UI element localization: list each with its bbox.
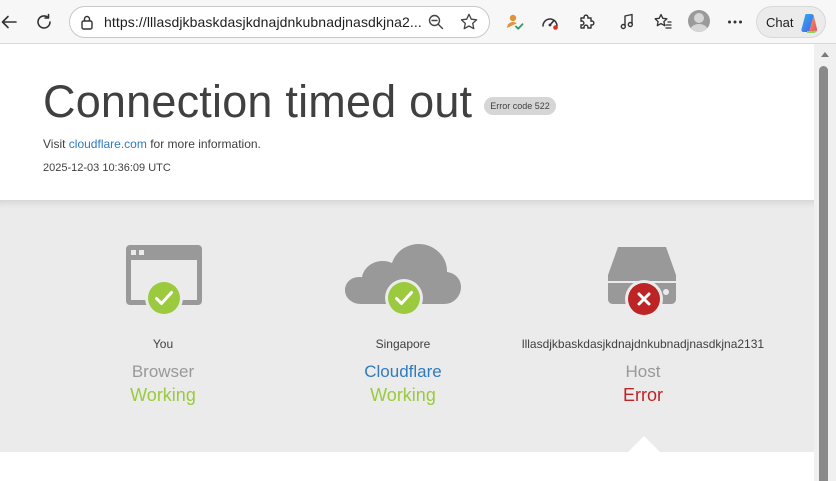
error-code-badge: Error code 522 [484,96,556,115]
media-note-icon [620,13,634,30]
copilot-icon [798,12,820,34]
status-section [0,200,814,452]
url-text[interactable]: https://lllasdjkbaskdasjkdnajdnkubnadjna… [104,14,424,30]
refresh-icon [37,13,51,29]
chat-button[interactable]: Chat [756,6,826,38]
host-label: Host [625,362,661,381]
host-status: Error [623,385,663,405]
more-options-icon [728,20,742,24]
back-icon [1,15,17,29]
profile-avatar[interactable] [688,10,710,32]
cloudflare-label[interactable]: Cloudflare [273,362,533,382]
favorites-list-icon [654,13,672,29]
host-pointer-arrow [628,436,660,452]
extension-badge-icon [507,14,524,30]
cloudflare-link[interactable]: cloudflare.com [69,137,147,151]
cloudflare-status: Working [370,385,436,405]
extension-badge-button[interactable] [500,7,530,37]
cloud-icon [345,244,461,317]
extensions-button[interactable] [572,7,602,37]
visit-suffix: for more information. [150,137,261,151]
media-button[interactable] [612,7,642,37]
scroll-thumb[interactable] [819,66,828,481]
browser-location: You [152,337,174,351]
avatar-head [694,13,704,23]
error-page: Connection timed out Error code 522 Visi… [0,44,814,481]
back-button[interactable] [0,7,24,37]
browser-label: Browser [131,362,195,381]
browser-toolbar: https://lllasdjkbaskdasjkdnajdnkubnadjna… [0,0,836,44]
visit-prefix: Visit [43,137,66,151]
page-title: Connection timed out [43,76,473,127]
performance-gauge-icon [542,18,558,30]
favorites-button[interactable] [648,7,678,37]
title-row: Connection timed out Error code 522 [43,79,556,124]
timestamp: 2025-12-03 10:36:09 UTC [43,162,171,174]
more-options-button[interactable] [720,7,750,37]
extensions-puzzle-icon [580,14,595,29]
browser-window-icon [126,245,202,317]
refresh-button[interactable] [29,7,59,37]
page-scrollbar[interactable] [814,44,836,481]
server-icon [608,247,676,318]
performance-button[interactable] [535,7,565,37]
favorite-star-icon[interactable] [459,12,479,37]
avatar-body [690,24,708,32]
visit-line: Visit cloudflare.com for more informatio… [43,137,261,151]
address-bar[interactable]: https://lllasdjkbaskdasjkdnajdnkubnadjna… [69,6,490,38]
lock-icon[interactable] [80,14,94,35]
host-location: lllasdjkbaskdasjkdnajdnkubnadjnasdkjna21… [521,337,765,351]
bottom-strip [0,452,814,481]
zoom-out-icon[interactable] [427,13,445,36]
cloudflare-location: Singapore [375,337,431,351]
chat-label: Chat [766,15,794,30]
browser-status: Working [130,385,196,405]
scroll-up-icon[interactable] [820,50,830,58]
